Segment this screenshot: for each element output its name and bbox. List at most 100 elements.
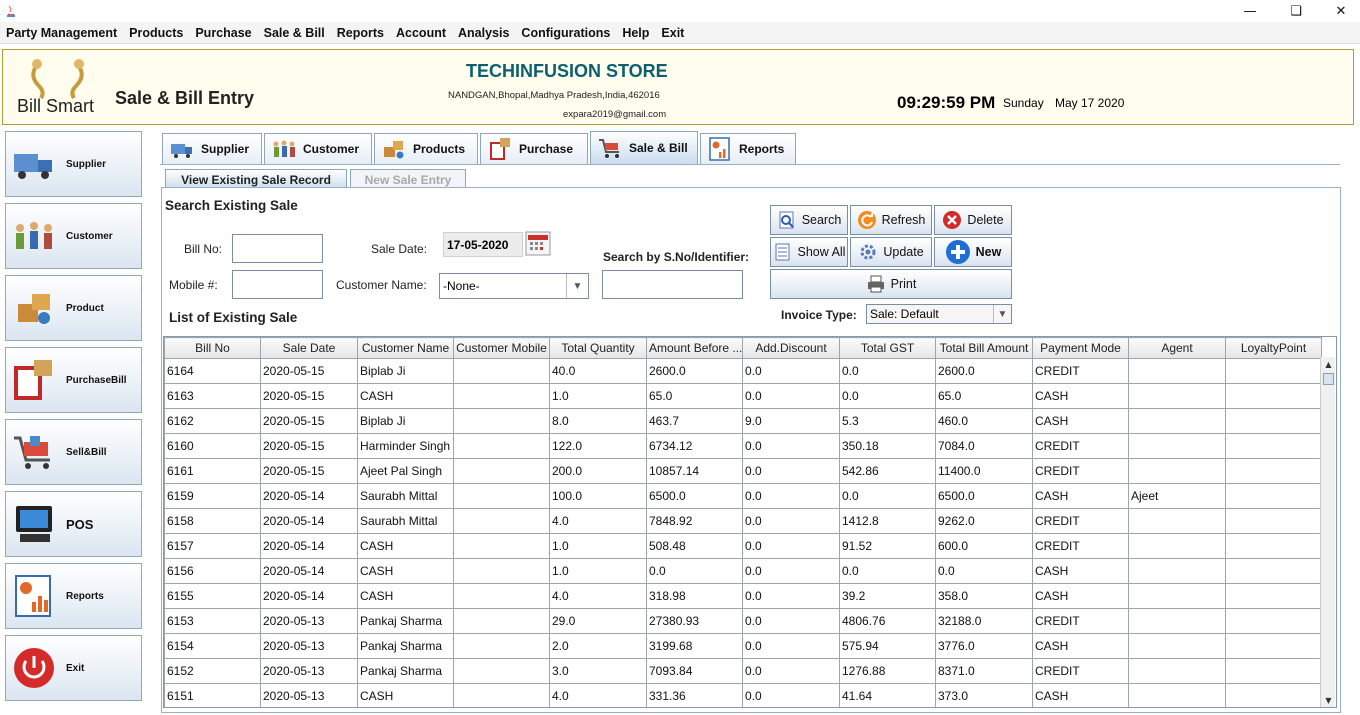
- refresh-button[interactable]: Refresh: [850, 205, 932, 235]
- sidebar-item-label: POS: [66, 516, 94, 532]
- table-cell: [453, 408, 550, 434]
- sidebar-item-exit[interactable]: Exit: [5, 635, 142, 701]
- invoice-type-select[interactable]: Sale: Default ▼: [866, 304, 1012, 324]
- scroll-thumb[interactable]: [1323, 373, 1334, 385]
- table-row[interactable]: 6161 2020-05-15 Ajeet Pal Singh 200.0 10857.…: [164, 458, 1322, 484]
- menu-party-management[interactable]: Party Management: [6, 26, 117, 40]
- table-cell: 2.0: [549, 633, 647, 659]
- bill-no-label: Bill No:: [184, 242, 223, 256]
- bill-no-field[interactable]: [232, 234, 323, 263]
- menu-products[interactable]: Products: [129, 26, 183, 40]
- table-cell: CASH: [357, 683, 454, 707]
- calendar-icon[interactable]: [525, 231, 551, 256]
- scroll-down-icon[interactable]: ▼: [1321, 693, 1336, 707]
- sale-date-field[interactable]: 17-05-2020: [443, 232, 523, 257]
- table-cell: 460.0: [935, 408, 1033, 434]
- table-row[interactable]: 6152 2020-05-13 Pankaj Sharma 3.0 7093.84 0.0…: [164, 658, 1322, 684]
- table-cell: 6162: [164, 408, 261, 434]
- menu-account[interactable]: Account: [396, 26, 446, 40]
- table-row[interactable]: 6151 2020-05-13 CASH 4.0 331.36 0.0 41.64 373.0…: [164, 683, 1322, 707]
- new-button[interactable]: New: [934, 237, 1012, 267]
- table-row[interactable]: 6153 2020-05-13 Pankaj Sharma 29.0 27380.93 0…: [164, 608, 1322, 634]
- column-header[interactable]: Total Bill Amount: [935, 337, 1033, 359]
- table-cell: 2020-05-13: [260, 658, 358, 684]
- tab-purchase[interactable]: Purchase: [480, 133, 588, 164]
- column-header[interactable]: Agent: [1128, 337, 1226, 359]
- print-button[interactable]: Print: [770, 269, 1012, 299]
- menu-help[interactable]: Help: [622, 26, 649, 40]
- table-cell: 350.18: [839, 433, 936, 459]
- table-row[interactable]: 6159 2020-05-14 Saurabh Mittal 100.0 6500.0 0…: [164, 483, 1322, 509]
- table-row[interactable]: 6163 2020-05-15 CASH 1.0 65.0 0.0 0.0 65.0 CASH: [164, 383, 1322, 409]
- search-button[interactable]: Search: [770, 205, 848, 235]
- table-scrollbar[interactable]: ▲ ▼: [1320, 357, 1335, 707]
- subtab-view-existing[interactable]: View Existing Sale Record: [165, 169, 347, 189]
- table-row[interactable]: 6157 2020-05-14 CASH 1.0 508.48 0.0 91.52 600.0…: [164, 533, 1322, 559]
- tab-reports[interactable]: Reports: [700, 133, 796, 164]
- column-header[interactable]: Customer Mobile: [453, 337, 550, 359]
- table-cell: Pankaj Sharma: [357, 658, 454, 684]
- menu-sale-bill[interactable]: Sale & Bill: [264, 26, 325, 40]
- table-cell: [1128, 408, 1226, 434]
- scroll-up-icon[interactable]: ▲: [1321, 357, 1336, 371]
- column-header[interactable]: Add.Discount: [742, 337, 840, 359]
- table-row[interactable]: 6156 2020-05-14 CASH 1.0 0.0 0.0 0.0 0.0 CASH: [164, 558, 1322, 584]
- search-button-label: Search: [801, 213, 842, 227]
- tab-sale-bill[interactable]: Sale & Bill: [590, 131, 698, 164]
- sidebar-item-reports[interactable]: Reports: [5, 563, 142, 629]
- tab-supplier[interactable]: Supplier: [162, 133, 262, 164]
- tab-customer[interactable]: Customer: [264, 133, 372, 164]
- sidebar-item-label: Product: [66, 302, 104, 314]
- identifier-field[interactable]: [602, 270, 743, 299]
- table-cell: [1128, 458, 1226, 484]
- table-row[interactable]: 6154 2020-05-13 Pankaj Sharma 2.0 3199.68 0.0…: [164, 633, 1322, 659]
- sidebar-item-purchasebill[interactable]: PurchaseBill: [5, 347, 142, 413]
- customer-name-select[interactable]: -None- ▼: [439, 273, 589, 299]
- sidebar-item-pos[interactable]: POS: [5, 491, 142, 557]
- show-all-button[interactable]: Show All: [770, 237, 848, 267]
- menu-analysis[interactable]: Analysis: [458, 26, 509, 40]
- table-cell: 6151: [164, 683, 261, 707]
- clock-day: Sunday: [1003, 96, 1044, 110]
- table-cell: 2020-05-15: [260, 433, 358, 459]
- table-cell: 2600.0: [646, 358, 743, 384]
- table-cell: 65.0: [935, 383, 1033, 409]
- table-cell: Ajeet: [1128, 483, 1226, 509]
- sidebar-item-sellbill[interactable]: Sell&Bill: [5, 419, 142, 485]
- subtab-new-sale-entry[interactable]: New Sale Entry: [350, 169, 466, 189]
- column-header[interactable]: Total Quantity: [549, 337, 647, 359]
- table-cell: 0.0: [742, 608, 840, 634]
- sidebar-item-supplier[interactable]: Supplier: [5, 131, 142, 197]
- table-row[interactable]: 6158 2020-05-14 Saurabh Mittal 4.0 7848.92 0.…: [164, 508, 1322, 534]
- close-button[interactable]: ✕: [1318, 0, 1360, 22]
- table-cell: CASH: [1032, 383, 1129, 409]
- table-row[interactable]: 6164 2020-05-15 Biplab Ji 40.0 2600.0 0.0 0.0 2…: [164, 358, 1322, 384]
- menu-reports[interactable]: Reports: [337, 26, 384, 40]
- column-header[interactable]: LoyaltyPoint: [1225, 337, 1322, 359]
- column-header[interactable]: Customer Name: [357, 337, 454, 359]
- tab-products[interactable]: Products: [374, 133, 478, 164]
- column-header[interactable]: Payment Mode: [1032, 337, 1129, 359]
- table-row[interactable]: 6155 2020-05-14 CASH 4.0 318.98 0.0 39.2 358.0 C…: [164, 583, 1322, 609]
- column-header[interactable]: Bill No: [164, 337, 261, 359]
- sidebar-item-customer[interactable]: Customer: [5, 203, 142, 269]
- table-cell: 0.0: [742, 508, 840, 534]
- table-cell: 0.0: [839, 483, 936, 509]
- minimize-button[interactable]: —: [1227, 0, 1273, 22]
- mobile-field[interactable]: [232, 270, 323, 299]
- delete-button[interactable]: Delete: [934, 205, 1012, 235]
- column-header[interactable]: Total GST: [839, 337, 936, 359]
- menu-exit[interactable]: Exit: [661, 26, 684, 40]
- restore-button[interactable]: ❏: [1273, 0, 1319, 22]
- table-row[interactable]: 6160 2020-05-15 Harminder Singh 122.0 6734.1…: [164, 433, 1322, 459]
- sidebar-item-product[interactable]: Product: [5, 275, 142, 341]
- table-row[interactable]: 6162 2020-05-15 Biplab Ji 8.0 463.7 9.0 5.3 460…: [164, 408, 1322, 434]
- table-cell: [1225, 408, 1322, 434]
- column-header[interactable]: Amount Before ...: [646, 337, 743, 359]
- menu-purchase[interactable]: Purchase: [195, 26, 251, 40]
- menu-configurations[interactable]: Configurations: [521, 26, 610, 40]
- column-header[interactable]: Sale Date: [260, 337, 358, 359]
- delete-button-label: Delete: [967, 213, 1004, 227]
- update-button[interactable]: Update: [850, 237, 932, 267]
- table-cell: [453, 358, 550, 384]
